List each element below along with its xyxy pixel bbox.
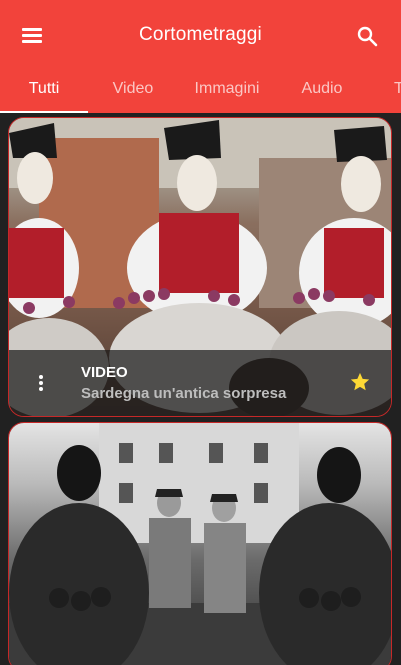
media-list: VIDEO Sardegna un'antica sorpresa	[0, 113, 401, 665]
tab-bar: Tutti Video Immagini Audio T	[0, 70, 401, 113]
media-title: Sardegna un'antica sorpresa	[81, 385, 287, 402]
media-type-label: VIDEO	[81, 364, 128, 381]
tab-audio[interactable]: Audio	[276, 70, 368, 113]
tab-video[interactable]: Video	[88, 70, 178, 113]
tab-tutti[interactable]: Tutti	[0, 70, 88, 113]
media-card[interactable]	[8, 422, 392, 665]
app-bar: Cortometraggi Tutti Video Immagini Audio…	[0, 0, 401, 113]
card-caption: VIDEO Sardegna un'antica sorpresa	[9, 350, 391, 416]
tab-next[interactable]: T	[388, 70, 401, 113]
image-thumbnail	[9, 423, 391, 665]
more-vert-icon[interactable]	[33, 371, 49, 395]
media-card[interactable]: VIDEO Sardegna un'antica sorpresa	[8, 117, 392, 417]
tab-immagini[interactable]: Immagini	[178, 70, 276, 113]
search-icon[interactable]	[355, 24, 379, 48]
page-title: Cortometraggi	[139, 24, 262, 45]
toolbar: Cortometraggi	[0, 0, 401, 70]
star-icon[interactable]	[349, 371, 371, 393]
